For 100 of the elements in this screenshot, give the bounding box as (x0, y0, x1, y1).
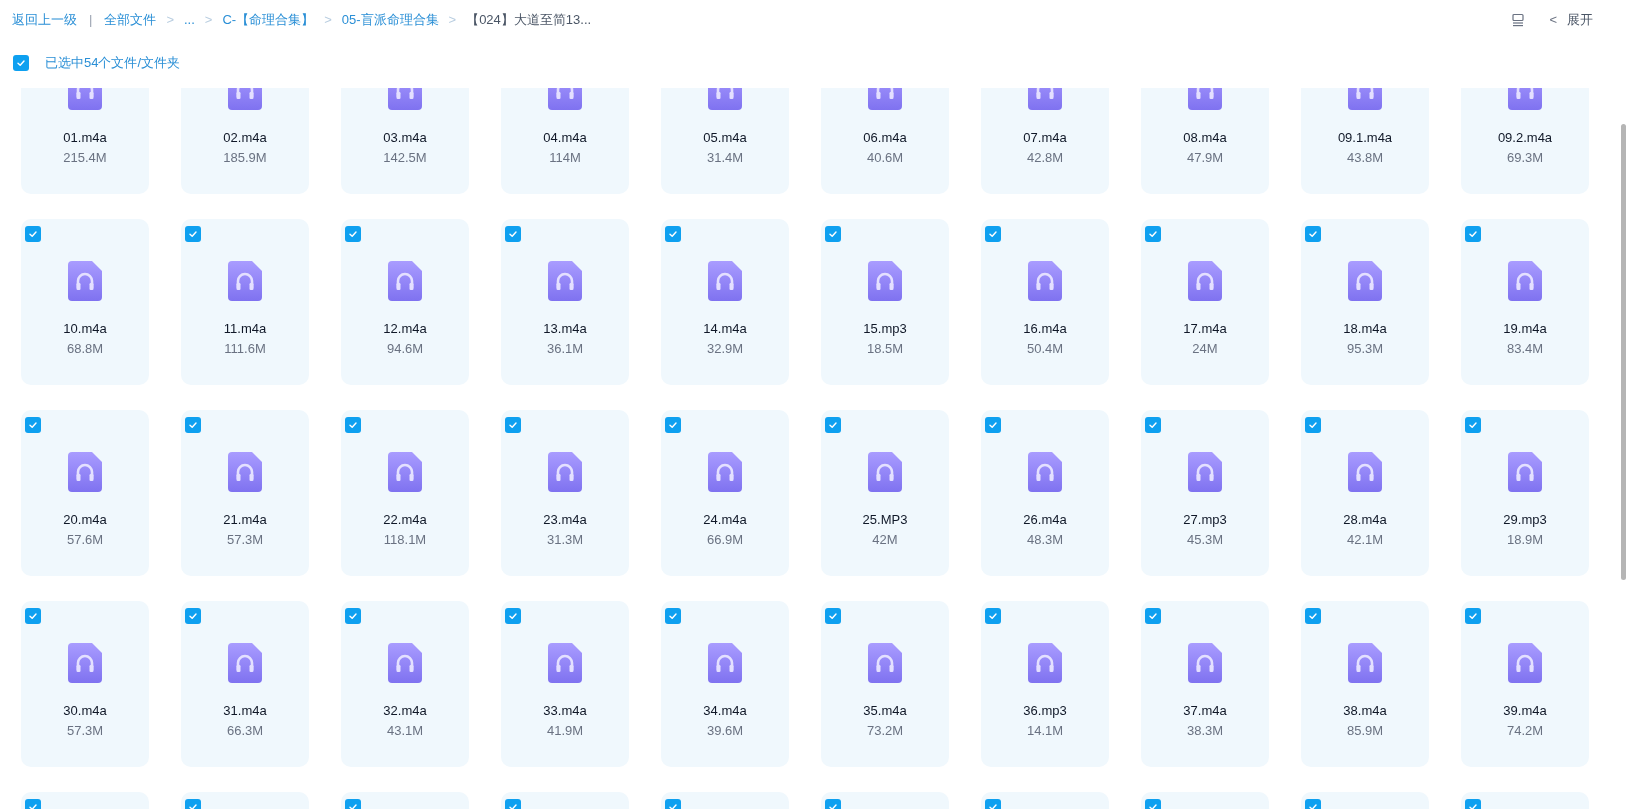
file-checkbox[interactable] (1145, 417, 1161, 433)
layout-icon[interactable] (1511, 13, 1526, 27)
file-checkbox[interactable] (985, 417, 1001, 433)
file-checkbox[interactable] (1465, 608, 1481, 624)
file-checkbox[interactable] (665, 226, 681, 242)
file-card[interactable]: 06.m4a 40.6M (821, 88, 949, 194)
file-card[interactable]: 34.m4a 39.6M (661, 601, 789, 767)
breadcrumb-link[interactable]: 【024】大道至简13... (466, 10, 592, 30)
file-checkbox[interactable] (185, 417, 201, 433)
file-card[interactable]: 18.m4a 95.3M (1301, 219, 1429, 385)
file-size: 45.3M (1186, 532, 1224, 548)
file-card[interactable]: 31.m4a 66.3M (181, 601, 309, 767)
file-checkbox[interactable] (505, 417, 521, 433)
file-checkbox[interactable] (1465, 226, 1481, 242)
file-card[interactable]: 30.m4a 57.3M (21, 601, 149, 767)
breadcrumb-link[interactable]: C-【命理合集】 (222, 10, 315, 30)
file-size: 85.9M (1346, 723, 1384, 739)
file-checkbox[interactable] (1145, 608, 1161, 624)
file-checkbox[interactable] (25, 417, 41, 433)
file-card[interactable]: 29.mp3 18.9M (1461, 410, 1589, 576)
file-checkbox[interactable] (825, 226, 841, 242)
file-card[interactable]: 08.m4a 47.9M (1141, 88, 1269, 194)
file-size: 43.1M (386, 723, 424, 739)
file-checkbox[interactable] (825, 417, 841, 433)
file-card[interactable]: 13.m4a 36.1M (501, 219, 629, 385)
breadcrumb-link[interactable]: 全部文件 (104, 10, 157, 30)
file-checkbox[interactable] (665, 608, 681, 624)
breadcrumb-link[interactable]: 05-盲派命理合集 (341, 10, 439, 30)
file-size: 95.3M (1346, 341, 1384, 357)
file-card[interactable]: 22.m4a 118.1M (341, 410, 469, 576)
file-name: 09.2.m4a (1497, 130, 1553, 146)
file-checkbox[interactable] (1305, 417, 1321, 433)
checkmark-icon (828, 420, 838, 430)
file-card[interactable]: 14.m4a 32.9M (661, 219, 789, 385)
file-card[interactable]: 17.m4a 24M (1141, 219, 1269, 385)
file-checkbox[interactable] (185, 226, 201, 242)
file-checkbox[interactable] (25, 226, 41, 242)
file-card[interactable]: 05.m4a 31.4M (661, 88, 789, 194)
file-checkbox[interactable] (1465, 417, 1481, 433)
expand-button[interactable]: < 展开 (1549, 10, 1593, 30)
file-checkbox[interactable] (825, 608, 841, 624)
file-checkbox[interactable] (985, 608, 1001, 624)
file-card[interactable]: 28.m4a 42.1M (1301, 410, 1429, 576)
file-card[interactable]: 27.mp3 45.3M (1141, 410, 1269, 576)
file-checkbox[interactable] (185, 608, 201, 624)
file-card[interactable]: 25.MP3 42M (821, 410, 949, 576)
file-checkbox[interactable] (505, 608, 521, 624)
file-checkbox[interactable] (1145, 226, 1161, 242)
chevron: > (448, 11, 457, 30)
audio-file-icon (1348, 261, 1382, 301)
file-card[interactable]: 21.m4a 57.3M (181, 410, 309, 576)
file-checkbox[interactable] (345, 226, 361, 242)
audio-file-icon (68, 261, 102, 301)
file-checkbox[interactable] (25, 608, 41, 624)
select-all-checkbox[interactable] (13, 55, 29, 71)
file-card[interactable]: 36.mp3 14.1M (981, 601, 1109, 767)
file-name: 10.m4a (63, 321, 107, 337)
file-card[interactable]: 37.m4a 38.3M (1141, 601, 1269, 767)
file-name: 36.mp3 (1023, 703, 1067, 719)
file-checkbox[interactable] (1305, 608, 1321, 624)
checkmark-icon (188, 420, 198, 430)
file-checkbox[interactable] (505, 226, 521, 242)
file-checkbox[interactable] (985, 226, 1001, 242)
file-card[interactable]: 16.m4a 50.4M (981, 219, 1109, 385)
file-card[interactable]: 15.mp3 18.5M (821, 219, 949, 385)
file-card[interactable]: 01.m4a 215.4M (21, 88, 149, 194)
file-name: 20.m4a (63, 512, 107, 528)
file-card[interactable]: 33.m4a 41.9M (501, 601, 629, 767)
file-name: 09.1.m4a (1337, 130, 1393, 146)
audio-file-icon (1508, 643, 1542, 683)
file-card[interactable]: 04.m4a 114M (501, 88, 629, 194)
file-card[interactable]: 03.m4a 142.5M (341, 88, 469, 194)
file-card[interactable]: 38.m4a 85.9M (1301, 601, 1429, 767)
breadcrumb-link[interactable]: ... (184, 10, 195, 30)
scrollbar[interactable] (1621, 124, 1626, 580)
file-size: 38.3M (1186, 723, 1224, 739)
back-link[interactable]: 返回上一级 (12, 10, 77, 30)
file-card[interactable]: 39.m4a 74.2M (1461, 601, 1589, 767)
file-size: 24M (1192, 341, 1218, 357)
file-checkbox[interactable] (345, 417, 361, 433)
file-card[interactable]: 32.m4a 43.1M (341, 601, 469, 767)
file-card[interactable]: 02.m4a 185.9M (181, 88, 309, 194)
file-card[interactable]: 09.2.m4a 69.3M (1461, 88, 1589, 194)
file-card[interactable]: 09.1.m4a 43.8M (1301, 88, 1429, 194)
file-card[interactable]: 12.m4a 94.6M (341, 219, 469, 385)
file-card[interactable]: 10.m4a 68.8M (21, 219, 149, 385)
file-card[interactable]: 23.m4a 31.3M (501, 410, 629, 576)
file-checkbox[interactable] (665, 417, 681, 433)
file-checkbox[interactable] (1305, 226, 1321, 242)
audio-file-icon (708, 261, 742, 301)
file-card[interactable]: 26.m4a 48.3M (981, 410, 1109, 576)
file-card[interactable]: 35.m4a 73.2M (821, 601, 949, 767)
file-card[interactable]: 24.m4a 66.9M (661, 410, 789, 576)
audio-file-icon (1188, 261, 1222, 301)
file-card[interactable]: 19.m4a 83.4M (1461, 219, 1589, 385)
file-card[interactable]: 11.m4a 111.6M (181, 219, 309, 385)
file-checkbox[interactable] (345, 608, 361, 624)
checkmark-icon (1468, 611, 1478, 621)
file-card[interactable]: 20.m4a 57.6M (21, 410, 149, 576)
file-card[interactable]: 07.m4a 42.8M (981, 88, 1109, 194)
